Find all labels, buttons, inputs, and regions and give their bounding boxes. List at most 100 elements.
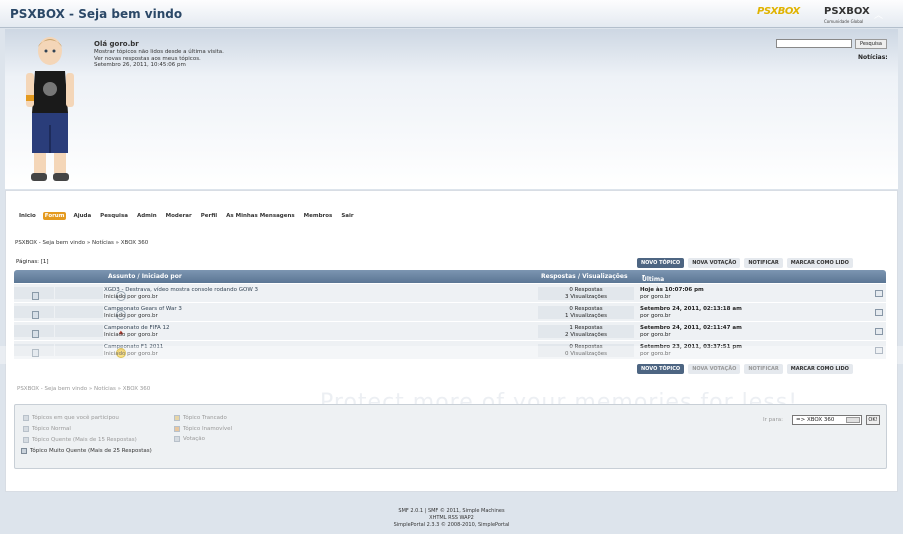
legend-label: Tópico Inamovível <box>183 426 233 432</box>
reply-count: 1 Respostas <box>569 325 603 331</box>
topic-subject: XGD3 - Destrava, vídeo mostra console ro… <box>104 287 258 300</box>
user-info: Mostrar tópicos não lidos desde a última… <box>94 49 224 69</box>
topic-stats: 0 Respostas 1 Visualizações <box>538 306 634 319</box>
topic-starter: Iniciado por goro.br <box>104 312 158 319</box>
search-button[interactable]: Pesquisa <box>855 39 887 49</box>
unread-topics-link[interactable]: Mostrar tópicos não lidos desde a última… <box>94 49 224 56</box>
legend-label: Tópico Quente (Mais de 15 Respostas) <box>32 437 137 443</box>
search-input[interactable] <box>776 39 852 48</box>
notify-button[interactable]: NOTIFICAR <box>744 258 783 268</box>
jump-to-select[interactable]: => XBOX 360 <box>792 415 862 425</box>
pin-icon <box>174 426 180 432</box>
reply-count: 0 Respostas <box>569 287 603 293</box>
menu-membros[interactable]: Membros <box>302 212 335 220</box>
psxbox-community-logo[interactable]: PSXBOX Comunidade Global <box>824 6 870 24</box>
topic-status-icon <box>32 311 39 319</box>
menu-forum[interactable]: Forum <box>42 212 67 220</box>
jump-to-label: Ir para: <box>763 417 783 423</box>
topic-buttons-top: NOVO TÓPICO NOVA VOTAÇÃO NOTIFICAR MARCA… <box>637 258 853 268</box>
overlay-band <box>0 346 903 364</box>
menu-perfil[interactable]: Perfil <box>199 212 219 220</box>
mark-read-button[interactable]: MARCAR COMO LIDO <box>786 364 853 374</box>
goto-last-icon[interactable] <box>875 328 883 335</box>
legend-item: Tópico Trancado <box>174 415 227 421</box>
topic-link[interactable]: Campeonato Gears of War 3 <box>104 306 182 312</box>
col-subject[interactable]: Assunto / Iniciado por <box>108 273 182 280</box>
col-stats[interactable]: Respostas / Visualizações <box>541 273 628 280</box>
icon-cell: ◇ <box>55 287 126 301</box>
col-last[interactable]: Última mensagem ▾ <box>642 273 679 290</box>
pagination[interactable]: Páginas: [1] <box>16 259 49 265</box>
user-avatar <box>26 37 74 181</box>
legend-label: Tópico Trancado <box>183 415 227 421</box>
menu-pesquisa[interactable]: Pesquisa <box>98 212 130 220</box>
footer-links[interactable]: XHTML RSS WAP2 <box>0 515 903 522</box>
jump-to-value: => XBOX 360 <box>796 417 835 423</box>
view-count: 2 Visualizações <box>564 331 608 338</box>
footer: SMF 2.0.1 | SMF © 2011, Simple Machines … <box>0 508 903 529</box>
breadcrumb[interactable]: PSXBOX - Seja bem vindo » Notícias » XBO… <box>15 240 148 246</box>
icon-cell: ◇ <box>55 306 126 320</box>
topic-status-icon <box>32 330 39 338</box>
lock-icon <box>174 415 180 421</box>
new-topic-button[interactable]: NOVO TÓPICO <box>637 258 685 268</box>
last-post-author[interactable]: por goro.br <box>640 294 671 300</box>
participated-icon <box>23 415 29 421</box>
menu-ajuda[interactable]: Ajuda <box>71 212 93 220</box>
legend-label: Tópicos em que você participou <box>32 415 119 421</box>
table-row[interactable]: ◇ Campeonato Gears of War 3 Iniciado por … <box>14 303 886 322</box>
notify-button[interactable]: NOTIFICAR <box>744 364 783 374</box>
user-greeting: Olá goro.br <box>94 40 139 48</box>
last-post: Setembro 24, 2011, 02:13:18 am por goro.b… <box>640 306 742 319</box>
menu-sair[interactable]: Sair <box>339 212 355 220</box>
poll-icon <box>174 436 180 442</box>
topic-status-icon <box>32 292 39 300</box>
new-topic-button[interactable]: NOVO TÓPICO <box>637 364 685 374</box>
table-row[interactable]: ♠ Campeonato de FIFA 12 Iniciado por goro… <box>14 322 886 341</box>
legend-label: Tópico Normal <box>32 426 71 432</box>
logo-text: PSXBOX <box>824 6 870 17</box>
legend-item: Tópico Muito Quente (Mais de 25 Resposta… <box>21 448 152 454</box>
icon-cell: ♠ <box>55 325 124 337</box>
logo-subtitle: Comunidade Global <box>824 19 864 24</box>
footer-copyright[interactable]: SMF 2.0.1 | SMF © 2011, Simple Machines <box>0 508 903 515</box>
new-poll-button[interactable]: NOVA VOTAÇÃO <box>688 364 741 374</box>
news-label: Notícias: <box>858 54 888 61</box>
breadcrumb[interactable]: PSXBOX - Seja bem vindo » Notícias » XBO… <box>17 386 150 392</box>
jump-ok-button[interactable]: OK! <box>866 415 880 425</box>
status-cell <box>14 306 54 319</box>
table-row[interactable]: ◇ XGD3 - Destrava, vídeo mostra console … <box>14 284 886 303</box>
topic-table-header: Assunto / Iniciado por Respostas / Visua… <box>14 270 886 290</box>
new-poll-button[interactable]: NOVA VOTAÇÃO <box>688 258 741 268</box>
goto-last-icon[interactable] <box>875 309 883 316</box>
menu-inicio[interactable]: Inicio <box>17 212 38 220</box>
reply-count: 0 Respostas <box>569 306 603 312</box>
footer-portal[interactable]: SimplePortal 2.3.3 © 2008-2010, SimplePo… <box>0 522 903 529</box>
very-hot-topic-icon <box>21 448 27 454</box>
goto-last-icon[interactable] <box>875 290 883 297</box>
legend-item: Tópicos em que você participou <box>23 415 119 421</box>
hot-topic-icon <box>23 437 29 443</box>
menu-mensagens[interactable]: As Minhas Mensagens <box>224 212 297 220</box>
topic-link[interactable]: Campeonato de FIFA 12 <box>104 325 170 331</box>
view-count: 3 Visualizações <box>564 293 608 300</box>
topic-subject: Campeonato Gears of War 3 Iniciado por go… <box>104 306 182 319</box>
last-post: Hoje às 10:07:06 pm por goro.br <box>640 287 704 300</box>
menu-admin[interactable]: Admin <box>135 212 159 220</box>
legend-item: Tópico Quente (Mais de 15 Respostas) <box>23 437 137 443</box>
last-post: Setembro 24, 2011, 02:11:47 am por goro.b… <box>640 325 742 338</box>
last-post-author[interactable]: por goro.br <box>640 313 671 319</box>
topic-subject: Campeonato de FIFA 12 Iniciado por goro.b… <box>104 325 170 338</box>
last-post-author[interactable]: por goro.br <box>640 332 671 338</box>
collapse-header-icon[interactable]: ︿ <box>874 8 883 21</box>
site-title[interactable]: PSXBOX - Seja bem vindo <box>10 7 182 21</box>
normal-topic-icon <box>23 426 29 432</box>
psxbox-logo[interactable]: PSXBOX <box>757 6 800 17</box>
mark-read-button[interactable]: MARCAR COMO LIDO <box>786 258 853 268</box>
current-time: Setembro 26, 2011, 10:45:06 pm <box>94 62 186 68</box>
dropdown-arrow-icon[interactable] <box>846 417 860 423</box>
menu-moderar[interactable]: Moderar <box>164 212 194 220</box>
topic-link[interactable]: XGD3 - Destrava, vídeo mostra console ro… <box>104 287 258 293</box>
topic-buttons-bottom: NOVO TÓPICO NOVA VOTAÇÃO NOTIFICAR MARCA… <box>637 364 853 374</box>
icon-legend <box>14 404 887 469</box>
